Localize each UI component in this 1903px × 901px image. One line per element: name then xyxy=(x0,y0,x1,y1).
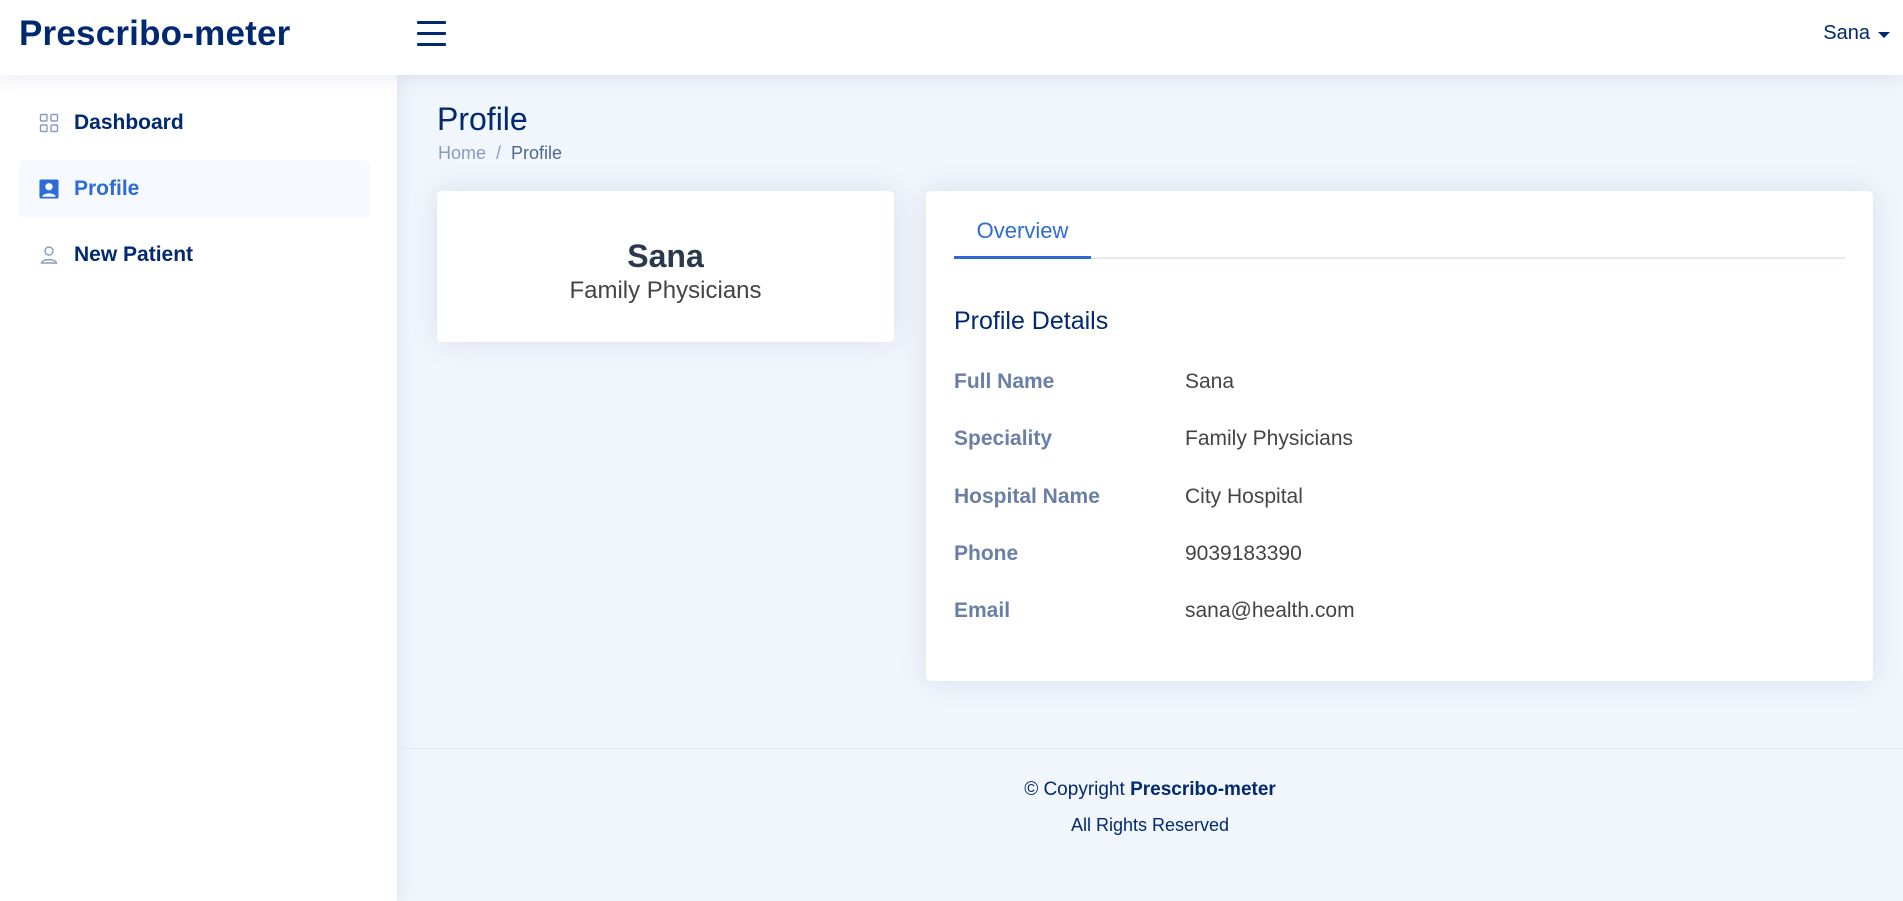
detail-value: 9039183390 xyxy=(1185,542,1302,565)
grid-icon xyxy=(39,113,59,133)
top-header: Prescribo-meter Sana xyxy=(0,0,1903,75)
sidebar-item-dashboard[interactable]: Dashboard xyxy=(19,94,370,152)
tab-bar: Overview xyxy=(954,216,1845,259)
detail-value: City Hospital xyxy=(1185,485,1303,508)
user-name: Sana xyxy=(1823,22,1870,44)
detail-label: Hospital Name xyxy=(954,485,1100,508)
tab-overview[interactable]: Overview xyxy=(954,216,1091,259)
detail-value: sana@health.com xyxy=(1185,599,1355,622)
footer-copyright: © Copyright Prescribo-meter xyxy=(397,779,1903,801)
detail-label: Speciality xyxy=(954,427,1053,450)
sidebar-item-new-patient[interactable]: New Patient xyxy=(19,226,370,284)
hamburger-icon[interactable] xyxy=(416,18,448,50)
sidebar-item-profile[interactable]: Profile xyxy=(19,160,370,218)
detail-label: Full Name xyxy=(954,370,1055,393)
profile-speciality: Family Physicians xyxy=(569,277,762,304)
detail-value: Sana xyxy=(1185,370,1235,393)
breadcrumb-home[interactable]: Home xyxy=(438,143,486,164)
app-logo[interactable]: Prescribo-meter xyxy=(19,14,290,54)
breadcrumb-separator: / xyxy=(496,143,502,163)
section-title: Profile Details xyxy=(954,307,1109,335)
page-title: Profile xyxy=(437,101,528,137)
detail-label: Phone xyxy=(954,542,1019,565)
detail-row-hospital-name: Hospital Name City Hospital xyxy=(954,485,1834,509)
breadcrumb: Home / Profile xyxy=(438,143,562,164)
user-dropdown[interactable]: Sana xyxy=(1823,22,1890,45)
profile-card: Sana Family Physicians xyxy=(437,191,894,342)
copyright-text: © Copyright xyxy=(1024,779,1125,800)
sidebar-item-label: Profile xyxy=(74,177,140,200)
detail-row-email: Email sana@health.com xyxy=(954,599,1834,623)
detail-row-speciality: Speciality Family Physicians xyxy=(954,427,1834,451)
footer-brand: Prescribo-meter xyxy=(1130,779,1276,800)
detail-row-phone: Phone 9039183390 xyxy=(954,542,1834,566)
detail-label: Email xyxy=(954,599,1011,622)
breadcrumb-current: Profile xyxy=(511,143,563,163)
footer-rights: All Rights Reserved xyxy=(1070,815,1230,835)
sidebar: Dashboard Profile New Patient xyxy=(0,75,397,901)
detail-value: Family Physicians xyxy=(1185,427,1354,450)
detail-row-full-name: Full Name Sana xyxy=(954,370,1834,394)
profile-name: Sana xyxy=(627,238,704,274)
sidebar-item-label: New Patient xyxy=(74,243,194,266)
sidebar-item-label: Dashboard xyxy=(74,111,184,134)
person-icon xyxy=(39,245,59,265)
footer-divider xyxy=(397,748,1903,749)
person-square-icon xyxy=(39,179,59,199)
profile-details-card: Overview Profile Details Full Name Sana … xyxy=(926,191,1873,681)
chevron-down-icon xyxy=(1878,31,1890,38)
